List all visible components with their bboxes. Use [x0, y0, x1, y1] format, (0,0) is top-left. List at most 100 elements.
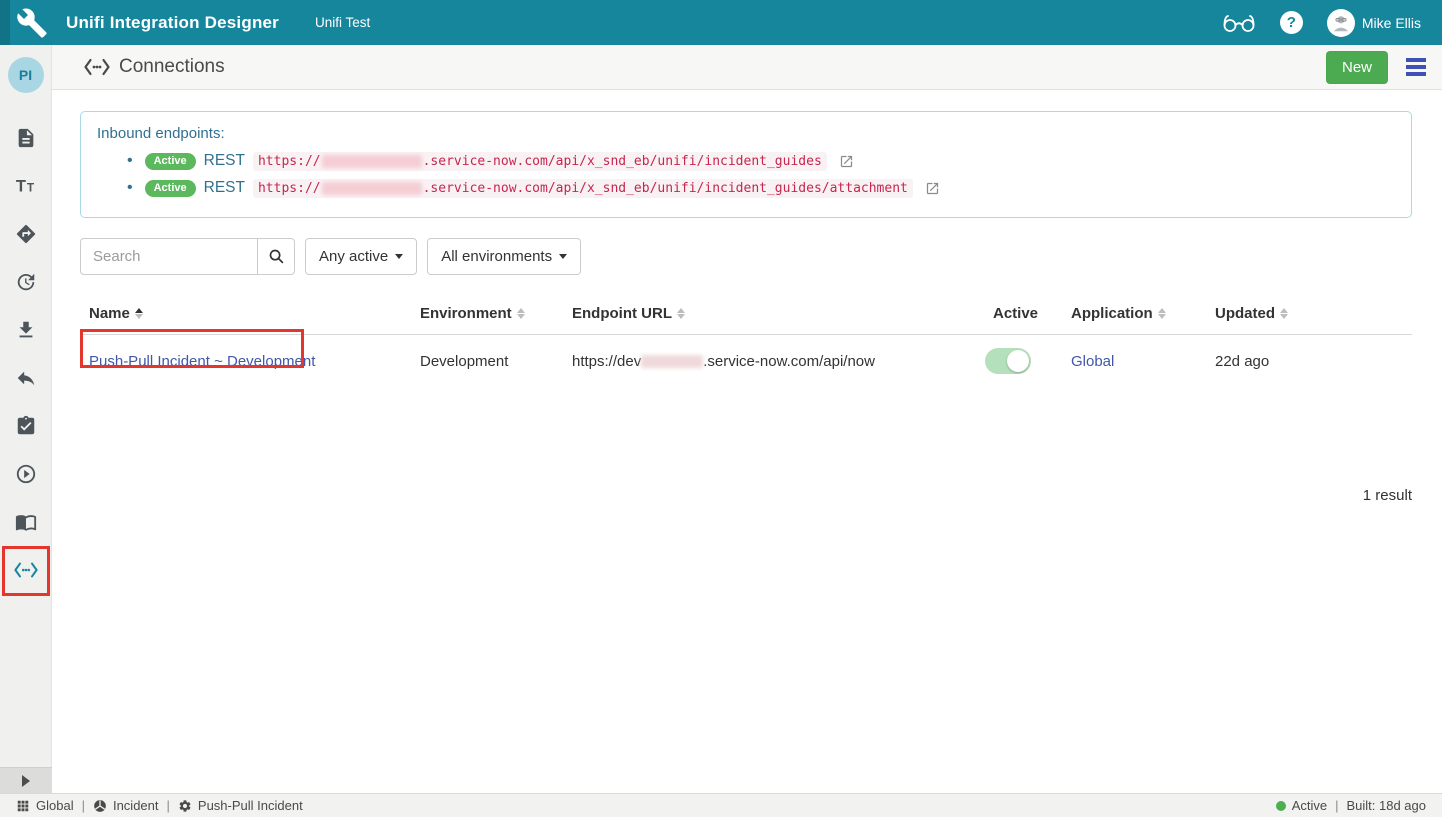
updated-cell: 22d ago — [1206, 353, 1412, 370]
active-filter-dropdown[interactable]: Any active — [305, 238, 417, 275]
application-link[interactable]: Global — [1071, 353, 1114, 370]
protocol-label: REST — [204, 152, 245, 170]
connection-name-link[interactable]: Push-Pull Incident ~ Development — [89, 353, 315, 370]
application-cell: Global — [1062, 353, 1206, 370]
svg-text:T: T — [15, 178, 25, 196]
active-cell — [976, 348, 1062, 374]
sidebar-item-download[interactable] — [14, 318, 38, 342]
endpoint-url: https://.service-now.com/api/x_snd_eb/un… — [253, 152, 827, 171]
statusbar-built: Built: 18d ago — [1346, 798, 1426, 813]
page-header: Connections New — [52, 45, 1442, 90]
wrench-icon — [16, 7, 48, 39]
sidebar-item-text[interactable]: T T — [14, 174, 38, 198]
user-avatar — [1327, 9, 1355, 37]
sort-icon — [1158, 308, 1166, 320]
scope-circle-icon — [93, 799, 107, 813]
sort-icon — [517, 308, 525, 320]
environment-filter-dropdown[interactable]: All environments — [427, 238, 581, 275]
status-bar: Global | Incident | Push-Pull Incident A… — [0, 793, 1442, 817]
workspace-avatar[interactable]: PI — [8, 57, 44, 93]
status-dot — [1276, 801, 1286, 811]
statusbar-separator: | — [1335, 798, 1338, 813]
column-header-endpoint-url[interactable]: Endpoint URL — [563, 305, 976, 322]
typography-icon: T T — [14, 175, 38, 197]
endpoint-row: • Active REST https://.service-now.com/a… — [127, 176, 1395, 200]
redacted-instance — [322, 182, 422, 195]
column-header-application[interactable]: Application — [1062, 305, 1206, 322]
main-content: Inbound endpoints: • Active REST https:/… — [52, 90, 1442, 793]
endpoint-url-cell: https://dev.service-now.com/api/now — [563, 353, 976, 370]
sort-icon — [1280, 308, 1288, 320]
statusbar-status: Active — [1292, 798, 1327, 813]
statusbar-separator: | — [167, 798, 170, 813]
top-bar: Unifi Integration Designer Unifi Test ? … — [0, 0, 1442, 45]
column-header-active: Active — [976, 305, 1062, 322]
user-menu[interactable]: Mike Ellis — [1327, 9, 1421, 37]
new-button[interactable]: New — [1326, 51, 1388, 84]
sidebar-item-tasks[interactable] — [14, 414, 38, 438]
app-subtitle: Unifi Test — [315, 15, 370, 30]
sidebar-item-connections[interactable] — [14, 558, 38, 582]
user-name: Mike Ellis — [1362, 15, 1421, 31]
sidebar-item-run[interactable] — [14, 462, 38, 486]
sidebar-expand-button[interactable] — [0, 767, 52, 793]
connections-table: Name Environment Endpoint URL Active App… — [80, 297, 1412, 387]
toggle-knob — [1007, 350, 1029, 372]
chevron-down-icon — [559, 254, 567, 259]
column-header-updated[interactable]: Updated — [1206, 305, 1412, 322]
app-title: Unifi Integration Designer — [66, 13, 279, 33]
status-badge: Active — [145, 153, 196, 170]
clipboard-check-icon — [15, 415, 37, 437]
external-link-icon[interactable] — [925, 181, 940, 196]
expand-arrow-icon — [22, 775, 30, 787]
sidebar: PI T T — [0, 45, 52, 793]
endpoint-url: https://.service-now.com/api/x_snd_eb/un… — [253, 179, 913, 198]
help-icon[interactable]: ? — [1280, 11, 1303, 34]
name-cell: Push-Pull Incident ~ Development — [80, 353, 411, 370]
external-link-icon[interactable] — [839, 154, 854, 169]
search-input[interactable] — [80, 238, 257, 275]
statusbar-scope[interactable]: Global — [16, 798, 74, 813]
sidebar-item-documents[interactable] — [14, 126, 38, 150]
inbound-endpoints-panel: Inbound endpoints: • Active REST https:/… — [80, 111, 1412, 218]
table-row: Push-Pull Incident ~ Development Develop… — [80, 335, 1412, 387]
menu-hamburger-icon[interactable] — [1404, 54, 1428, 80]
protocol-label: REST — [204, 179, 245, 197]
directions-icon — [15, 223, 37, 245]
inbound-endpoints-heading: Inbound endpoints: — [97, 125, 1395, 142]
page-title: Connections — [119, 56, 225, 78]
column-header-name[interactable]: Name — [80, 305, 411, 322]
glasses-icon[interactable] — [1222, 13, 1256, 33]
sidebar-item-reply[interactable] — [14, 366, 38, 390]
bullet-icon: • — [127, 179, 133, 197]
reply-arrow-icon — [15, 367, 37, 389]
connections-icon — [14, 561, 38, 579]
table-header-row: Name Environment Endpoint URL Active App… — [80, 297, 1412, 335]
sidebar-item-history[interactable] — [14, 270, 38, 294]
update-clock-icon — [15, 271, 37, 293]
document-icon — [15, 127, 37, 149]
grid-icon — [16, 799, 30, 813]
column-header-environment[interactable]: Environment — [411, 305, 563, 322]
chevron-down-icon — [395, 254, 403, 259]
results-count: 1 result — [52, 487, 1412, 504]
statusbar-process[interactable]: Push-Pull Incident — [178, 798, 303, 813]
endpoint-row: • Active REST https://.service-now.com/a… — [127, 149, 1395, 173]
sort-icon — [677, 308, 685, 320]
statusbar-integration[interactable]: Incident — [93, 798, 159, 813]
sidebar-item-directions[interactable] — [14, 222, 38, 246]
book-icon — [14, 511, 38, 533]
sort-icon — [135, 308, 143, 320]
search-button[interactable] — [257, 238, 295, 275]
gear-icon — [178, 799, 192, 813]
bullet-icon: • — [127, 152, 133, 170]
redacted-instance — [641, 355, 703, 368]
status-badge: Active — [145, 180, 196, 197]
active-toggle[interactable] — [985, 348, 1031, 374]
connections-title-icon — [84, 58, 110, 76]
download-icon — [15, 319, 37, 341]
sidebar-item-documentation[interactable] — [14, 510, 38, 534]
search-icon — [268, 248, 285, 265]
svg-text:T: T — [26, 181, 34, 195]
redacted-instance — [322, 155, 422, 168]
